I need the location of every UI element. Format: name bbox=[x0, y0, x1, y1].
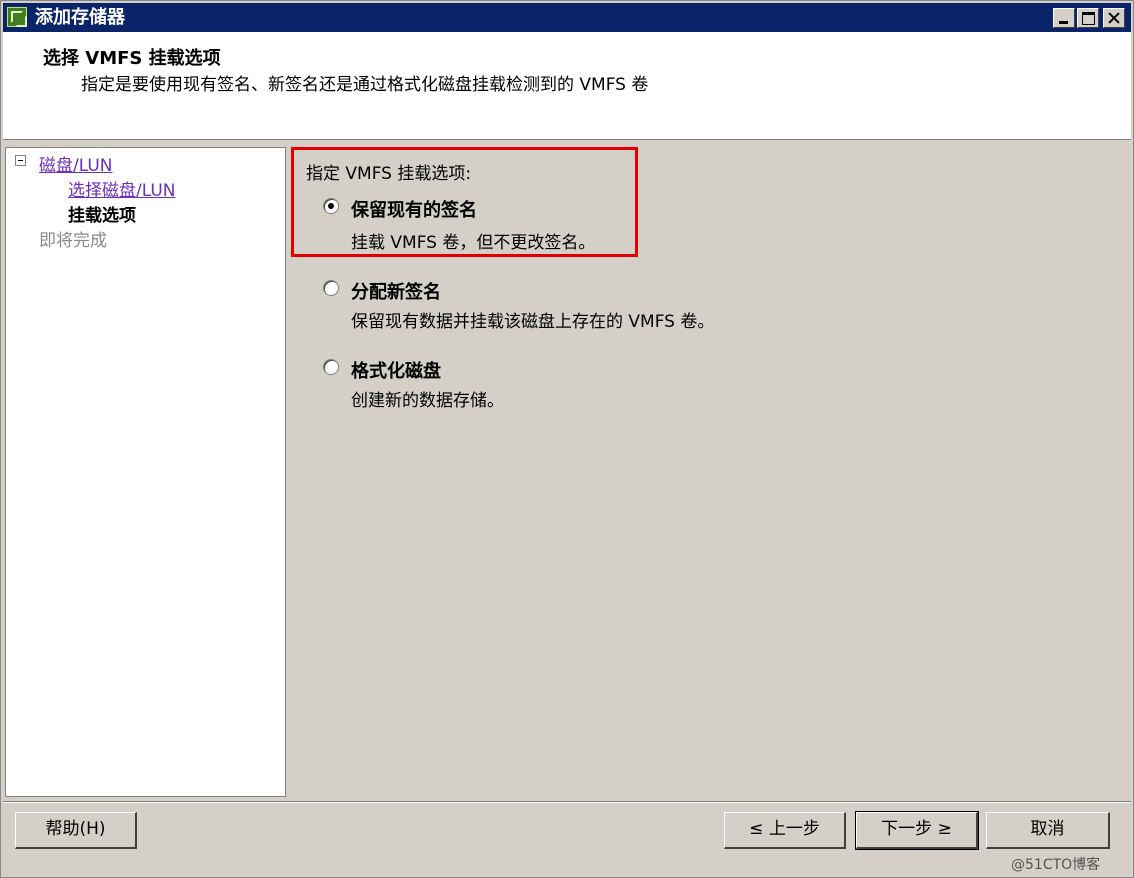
collapse-icon[interactable] bbox=[15, 155, 26, 166]
assign-new-signature-radio[interactable] bbox=[323, 280, 339, 296]
keep-signature-title[interactable]: 保留现有的签名 bbox=[351, 196, 477, 222]
minimize-button[interactable] bbox=[1053, 8, 1075, 28]
watermark: @51CTO博客 bbox=[1011, 857, 1101, 873]
page-subtitle: 指定是要使用现有签名、新签名还是通过格式化磁盘挂载检测到的 VMFS 卷 bbox=[81, 75, 649, 95]
step-mount-options: 挂载选项 bbox=[68, 206, 136, 226]
keep-signature-radio[interactable] bbox=[323, 198, 339, 214]
close-button[interactable] bbox=[1103, 8, 1125, 28]
button-bar-separator bbox=[3, 801, 1131, 803]
add-storage-window: 添加存储器 选择 VMFS 挂载选项 指定是要使用现有签名、新签名还是通过格式化… bbox=[0, 0, 1134, 878]
assign-new-signature-title[interactable]: 分配新签名 bbox=[351, 278, 441, 304]
wizard-steps-nav: 磁盘/LUN 选择磁盘/LUN 挂载选项 即将完成 bbox=[5, 147, 286, 797]
format-disk-radio[interactable] bbox=[323, 359, 339, 375]
keep-signature-desc: 挂载 VMFS 卷，但不更改签名。 bbox=[351, 233, 596, 253]
format-disk-title[interactable]: 格式化磁盘 bbox=[351, 357, 441, 383]
format-disk-desc: 创建新的数据存储。 bbox=[351, 391, 504, 411]
back-button[interactable]: ≤ 上一步 bbox=[724, 812, 846, 849]
page-title: 选择 VMFS 挂载选项 bbox=[43, 48, 221, 69]
help-button[interactable]: 帮助(H) bbox=[15, 812, 137, 849]
step-ready-to-complete: 即将完成 bbox=[39, 231, 107, 251]
cancel-button[interactable]: 取消 bbox=[986, 812, 1110, 849]
title-bar[interactable]: 添加存储器 bbox=[3, 3, 1131, 32]
maximize-button[interactable] bbox=[1077, 8, 1099, 28]
assign-new-signature-desc: 保留现有数据并挂载该磁盘上存在的 VMFS 卷。 bbox=[351, 312, 715, 332]
mount-options-label: 指定 VMFS 挂载选项: bbox=[306, 164, 472, 184]
window-title: 添加存储器 bbox=[35, 7, 125, 28]
step-select-disk-lun[interactable]: 选择磁盘/LUN bbox=[68, 176, 176, 201]
step-disk-lun[interactable]: 磁盘/LUN bbox=[39, 151, 113, 176]
wizard-header: 选择 VMFS 挂载选项 指定是要使用现有签名、新签名还是通过格式化磁盘挂载检测… bbox=[3, 32, 1131, 140]
next-button[interactable]: 下一步 ≥ bbox=[855, 811, 979, 850]
vsphere-app-icon bbox=[7, 7, 27, 27]
